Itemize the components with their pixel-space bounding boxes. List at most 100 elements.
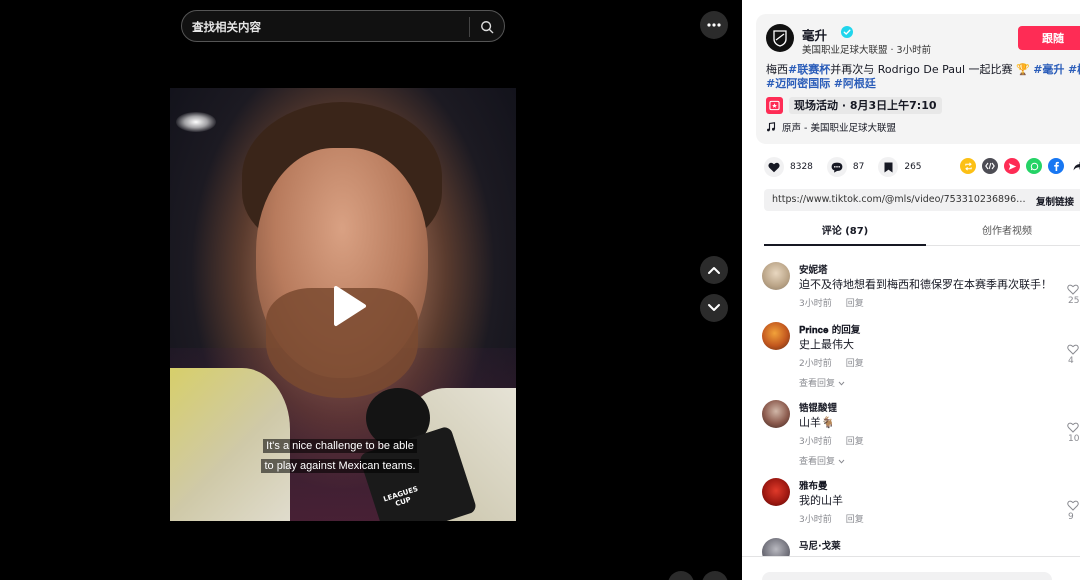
commenter-name[interactable]: 𝐏𝐫𝐢𝐧𝐜𝐞 的回复 [799, 322, 860, 336]
search-bar [181, 10, 505, 42]
chevron-up-icon [708, 267, 720, 274]
send-to-friends-icon[interactable] [1004, 158, 1020, 174]
caption-line-2: to play against Mexican teams. [261, 459, 419, 473]
tab-comments[interactable]: 评论 (87) [764, 222, 926, 246]
comment-bubble-icon [826, 157, 847, 177]
more-dots-icon [707, 23, 721, 27]
music-note-icon [767, 122, 776, 132]
music-info[interactable]: 原声 - 美国职业足球大联盟 [766, 120, 896, 134]
reply-button[interactable]: 回复 [846, 437, 864, 447]
comment-meta: 2小时前 回复 [799, 356, 864, 369]
copy-link-button[interactable]: 复制链接 [1036, 194, 1074, 208]
save-button[interactable]: 265 [878, 157, 922, 177]
whatsapp-icon[interactable] [1026, 158, 1042, 174]
comment-meta: 3小时前 回复 [799, 434, 864, 447]
commenter-avatar[interactable] [762, 262, 790, 290]
next-video-button[interactable] [700, 294, 728, 322]
trophy-emoji-icon: 🏆 [1012, 63, 1034, 76]
reply-button[interactable]: 回复 [846, 515, 864, 525]
video-description-line2: #迈阿密国际 #阿根廷 [766, 77, 876, 91]
author-subtitle: 美国职业足球大联盟 · 3小时前 [802, 45, 932, 56]
comment-meta: 3小时前 回复 [799, 296, 864, 309]
save-count: 265 [904, 162, 922, 172]
video-pane: LEAGUES CUP It's a nice challenge to be … [0, 0, 742, 580]
play-button[interactable] [318, 278, 374, 334]
comment-text: 山羊🐐 [799, 416, 835, 429]
video-volume-button[interactable] [702, 571, 728, 580]
commenter-name[interactable]: 锆锟酸锂 [799, 400, 837, 414]
hashtag-link[interactable]: #梅西 [1068, 63, 1080, 76]
commenter-avatar[interactable] [762, 478, 790, 506]
heart-outline-icon [1067, 422, 1079, 433]
app-root: LEAGUES CUP It's a nice challenge to be … [0, 0, 1080, 580]
comment-text: 迫不及待地想看到梅西和德保罗在本赛季再次联手！ [799, 278, 1052, 291]
hashtag-link[interactable]: #阿根廷 [834, 77, 876, 90]
comment-tabs: 评论 (87) 创作者视频 [764, 222, 1080, 246]
live-event-chip[interactable]: 现场活动 · 8月3日上午7:10 [766, 96, 942, 115]
comment-like-count: 25 [1068, 296, 1080, 306]
reply-button[interactable]: 回复 [846, 359, 864, 369]
video-caption: It's a nice challenge to be able to play… [250, 434, 430, 474]
commenter-name[interactable]: 马尼·戈莱 [799, 538, 841, 552]
follow-button[interactable]: 跟随 [1018, 26, 1080, 50]
reply-button[interactable]: 回复 [846, 299, 864, 309]
commenter-name[interactable]: 安妮塔 [799, 262, 828, 276]
view-replies-label: 查看回复 [799, 457, 836, 467]
like-button[interactable]: 8328 [764, 157, 813, 177]
share-arrow-icon[interactable] [1070, 158, 1080, 174]
share-link-url[interactable]: https://www.tiktok.com/@mls/video/753310… [772, 194, 1027, 205]
commenter-avatar[interactable] [762, 322, 790, 350]
commenter-name[interactable]: 雅布曼 [799, 478, 828, 492]
facebook-icon[interactable] [1048, 158, 1064, 174]
calendar-star-icon [766, 97, 783, 114]
comment-like-count: 9 [1068, 512, 1074, 522]
share-link-box: https://www.tiktok.com/@mls/video/753310… [764, 189, 1080, 211]
search-input[interactable] [192, 18, 462, 36]
bookmark-icon [878, 157, 899, 177]
hashtag-link[interactable]: #毫升 [1033, 63, 1064, 76]
search-button[interactable] [474, 15, 500, 39]
heart-outline-icon [1067, 500, 1079, 511]
heart-outline-icon [1067, 344, 1079, 355]
hashtag-link[interactable]: #联赛杯 [788, 63, 830, 76]
caption-line-1: It's a nice challenge to be able [263, 439, 417, 453]
like-count: 8328 [790, 162, 813, 172]
hashtag-link[interactable]: #迈阿密国际 [766, 77, 830, 90]
repost-icon[interactable] [960, 158, 976, 174]
chevron-down-icon [838, 381, 845, 386]
video-description: 梅西#联赛杯并再次与 Rodrigo De Paul 一起比赛 🏆 #毫升 #梅… [766, 63, 1080, 77]
heart-outline-icon [1067, 284, 1079, 295]
commenter-avatar[interactable] [762, 400, 790, 428]
previous-video-button[interactable] [700, 256, 728, 284]
search-icon [481, 21, 494, 34]
author-avatar[interactable] [766, 24, 794, 52]
music-label: 原声 - 美国职业足球大联盟 [782, 123, 896, 134]
comment-text: 史上最伟大 [799, 338, 854, 351]
desc-text: 并再次与 Rodrigo De Paul 一起比赛 [830, 63, 1013, 76]
tab-creator-videos[interactable]: 创作者视频 [926, 222, 1080, 246]
heart-icon [764, 157, 784, 177]
details-panel: 毫升 美国职业足球大联盟 · 3小时前 跟随 梅西#联赛杯并再次与 Rodrig… [742, 0, 1080, 580]
comment-time: 3小时前 [799, 515, 832, 525]
comment-time: 2小时前 [799, 359, 832, 369]
comment-input[interactable] [762, 572, 1052, 580]
comment-input-area [742, 556, 1080, 580]
desc-text: 梅西 [766, 63, 788, 76]
embed-code-icon[interactable] [982, 158, 998, 174]
comment-text: 我的山羊 [799, 494, 843, 507]
comment-button[interactable]: 87 [826, 157, 865, 177]
video-info-card: 毫升 美国职业足球大联盟 · 3小时前 跟随 梅西#联赛杯并再次与 Rodrig… [756, 14, 1080, 144]
chevron-down-icon [838, 459, 845, 464]
video-control-button[interactable] [668, 571, 694, 580]
engagement-bar: 8328 87 265 [764, 156, 936, 178]
mls-logo-icon [773, 30, 787, 47]
view-replies-button[interactable]: 查看回复 [799, 454, 845, 467]
search-divider [469, 17, 470, 37]
share-options [960, 158, 1080, 174]
chevron-down-icon [708, 304, 720, 311]
view-replies-label: 查看回复 [799, 379, 836, 389]
comment-count: 87 [852, 162, 865, 172]
more-options-button[interactable] [700, 11, 728, 39]
view-replies-button[interactable]: 查看回复 [799, 376, 845, 389]
verified-badge-icon [841, 26, 853, 38]
